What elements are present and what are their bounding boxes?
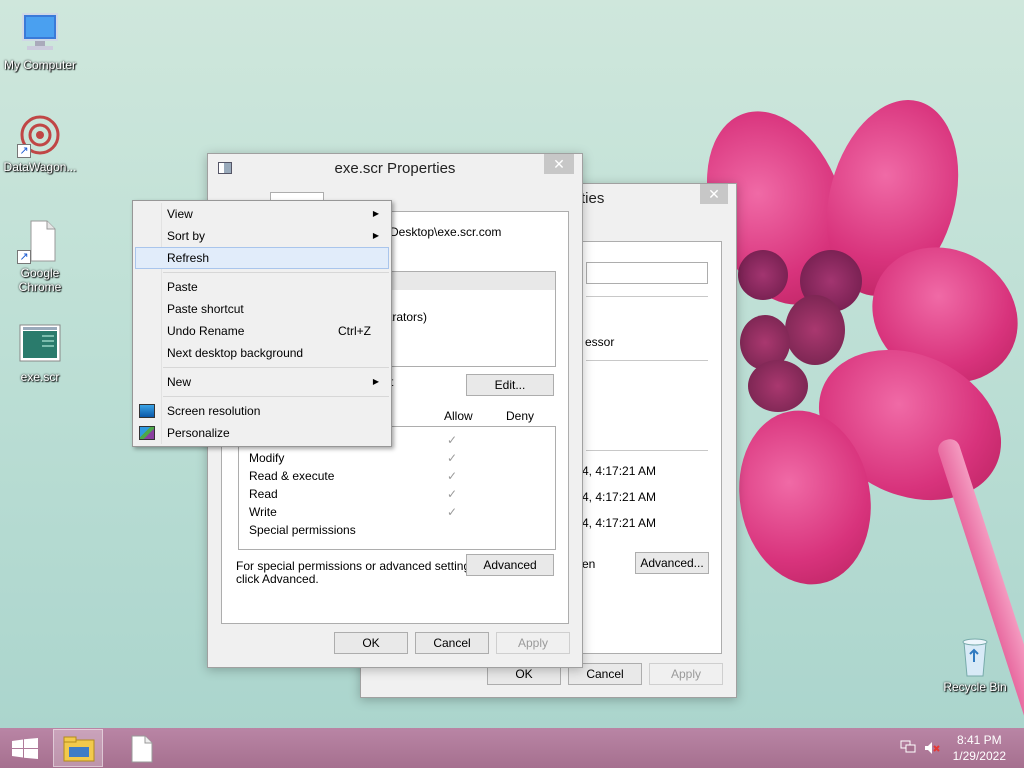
taskbar: 8:41 PM 1/29/2022	[0, 728, 1024, 768]
advanced-button[interactable]: Advanced...	[635, 552, 709, 574]
accessed-date: 4, 4:17:21 AM	[582, 516, 657, 530]
document-icon	[131, 735, 153, 763]
clock-time: 8:41 PM	[956, 733, 1002, 747]
desktop-icon-datawagon[interactable]: ↗ DataWagon...	[0, 112, 80, 174]
menu-separator	[163, 367, 389, 368]
file-explorer-icon	[63, 736, 95, 762]
menu-item-label: New	[167, 375, 192, 389]
menu-item-new[interactable]: New ▶	[135, 371, 389, 393]
menu-item-label: Undo Rename	[167, 324, 245, 338]
screen-resolution-icon	[139, 404, 155, 418]
datawagon-icon: ↗	[17, 112, 63, 158]
partial-text: essor	[585, 335, 615, 349]
desktop-context-menu: View ▶ Sort by ▶ Refresh Paste Paste sho…	[132, 200, 392, 447]
shortcut-arrow-icon: ↗	[17, 144, 31, 158]
divider	[586, 360, 708, 361]
divider	[586, 296, 708, 297]
close-icon: ✕	[553, 156, 565, 172]
titlebar[interactable]: exe.scr Properties ✕	[208, 154, 582, 184]
allow-check: ✓	[447, 505, 458, 519]
desktop-icon-label: DataWagon...	[3, 160, 77, 174]
desktop-icon-label: Recycle Bin	[943, 680, 1007, 694]
desktop-icon-label: exe.scr	[20, 370, 60, 384]
taskbar-file-explorer[interactable]	[53, 729, 103, 767]
recycle-bin-icon	[952, 632, 998, 678]
menu-item-label: View	[167, 207, 193, 221]
permission-name: Modify	[249, 451, 285, 465]
volume-muted-icon[interactable]	[924, 740, 940, 756]
edit-button[interactable]: Edit...	[466, 374, 554, 396]
windows-logo-icon	[12, 738, 38, 759]
permission-name: Special permissions	[249, 523, 356, 537]
menu-item-label: Next desktop background	[167, 346, 304, 360]
menu-separator	[163, 272, 389, 273]
menu-item-sort-by[interactable]: Sort by ▶	[135, 225, 389, 247]
keyboard-shortcut: Ctrl+Z	[338, 324, 371, 338]
start-button[interactable]	[0, 729, 48, 767]
chevron-right-icon: ▶	[372, 231, 379, 240]
shortcut-arrow-icon: ↗	[17, 250, 31, 264]
partial-text: en	[582, 557, 596, 571]
permission-name: Read & execute	[249, 469, 335, 483]
personalize-icon	[139, 426, 155, 440]
menu-separator	[163, 396, 389, 397]
menu-item-undo-rename[interactable]: Undo Rename Ctrl+Z	[135, 320, 389, 342]
menu-item-refresh[interactable]: Refresh	[135, 247, 389, 269]
allow-check: ✓	[447, 451, 458, 465]
close-button[interactable]: ✕	[700, 184, 728, 204]
modified-date: 4, 4:17:21 AM	[582, 490, 657, 504]
created-date: 4, 4:17:21 AM	[582, 464, 657, 478]
permission-name: Read	[249, 487, 278, 501]
menu-item-label: Refresh	[167, 251, 210, 265]
menu-item-label: Personalize	[167, 426, 230, 440]
menu-item-view[interactable]: View ▶	[135, 203, 389, 225]
screensaver-icon	[17, 322, 63, 368]
menu-item-paste[interactable]: Paste	[135, 276, 389, 298]
object-name-path: Desktop\exe.scr.com	[390, 225, 502, 239]
menu-item-personalize[interactable]: Personalize	[135, 422, 389, 444]
advanced-button[interactable]: Advanced	[466, 554, 554, 576]
divider	[586, 450, 708, 451]
menu-item-screen-resolution[interactable]: Screen resolution	[135, 400, 389, 422]
menu-item-label: Paste	[167, 280, 198, 294]
allow-header: Allow	[444, 409, 473, 423]
apply-button[interactable]: Apply	[496, 632, 570, 654]
desktop-icon-google-chrome[interactable]: ↗ Google Chrome	[0, 218, 80, 294]
name-field[interactable]	[586, 262, 708, 284]
desktop-icon-recycle-bin[interactable]: Recycle Bin	[935, 632, 1015, 694]
menu-item-paste-shortcut[interactable]: Paste shortcut	[135, 298, 389, 320]
clock-date: 1/29/2022	[952, 749, 1006, 763]
allow-check: ✓	[447, 469, 458, 483]
permission-name: Write	[249, 505, 277, 519]
allow-check: ✓	[447, 433, 458, 447]
special-permissions-text: click Advanced.	[236, 572, 319, 586]
desktop-icon-my-computer[interactable]: My Computer	[0, 10, 80, 72]
desktop-icon-exe-scr[interactable]: exe.scr	[0, 322, 80, 384]
allow-check: ✓	[447, 487, 458, 501]
menu-item-next-desktop-background[interactable]: Next desktop background	[135, 342, 389, 364]
menu-item-label: Sort by	[167, 229, 206, 243]
document-icon: ↗	[17, 218, 63, 264]
menu-item-label: Paste shortcut	[167, 302, 244, 316]
special-permissions-text: For special permissions or advanced sett…	[236, 559, 480, 573]
apply-button[interactable]: Apply	[649, 663, 723, 685]
chevron-right-icon: ▶	[372, 377, 379, 386]
taskbar-document[interactable]	[118, 729, 166, 767]
desktop-icon-label: My Computer	[3, 58, 77, 72]
chevron-right-icon: ▶	[372, 209, 379, 218]
network-icon[interactable]	[900, 740, 916, 754]
menu-item-label: Screen resolution	[167, 404, 261, 418]
taskbar-clock[interactable]: 8:41 PM 1/29/2022	[953, 732, 1006, 764]
user-entry: trators)	[389, 310, 428, 324]
window-title: exe.scr Properties	[334, 160, 456, 177]
deny-header: Deny	[506, 409, 535, 423]
ok-button[interactable]: OK	[334, 632, 408, 654]
close-icon: ✕	[708, 186, 720, 202]
cancel-button[interactable]: Cancel	[415, 632, 489, 654]
close-button[interactable]: ✕	[544, 154, 574, 174]
computer-icon	[17, 10, 63, 56]
desktop-icon-label: Google Chrome	[18, 266, 62, 294]
